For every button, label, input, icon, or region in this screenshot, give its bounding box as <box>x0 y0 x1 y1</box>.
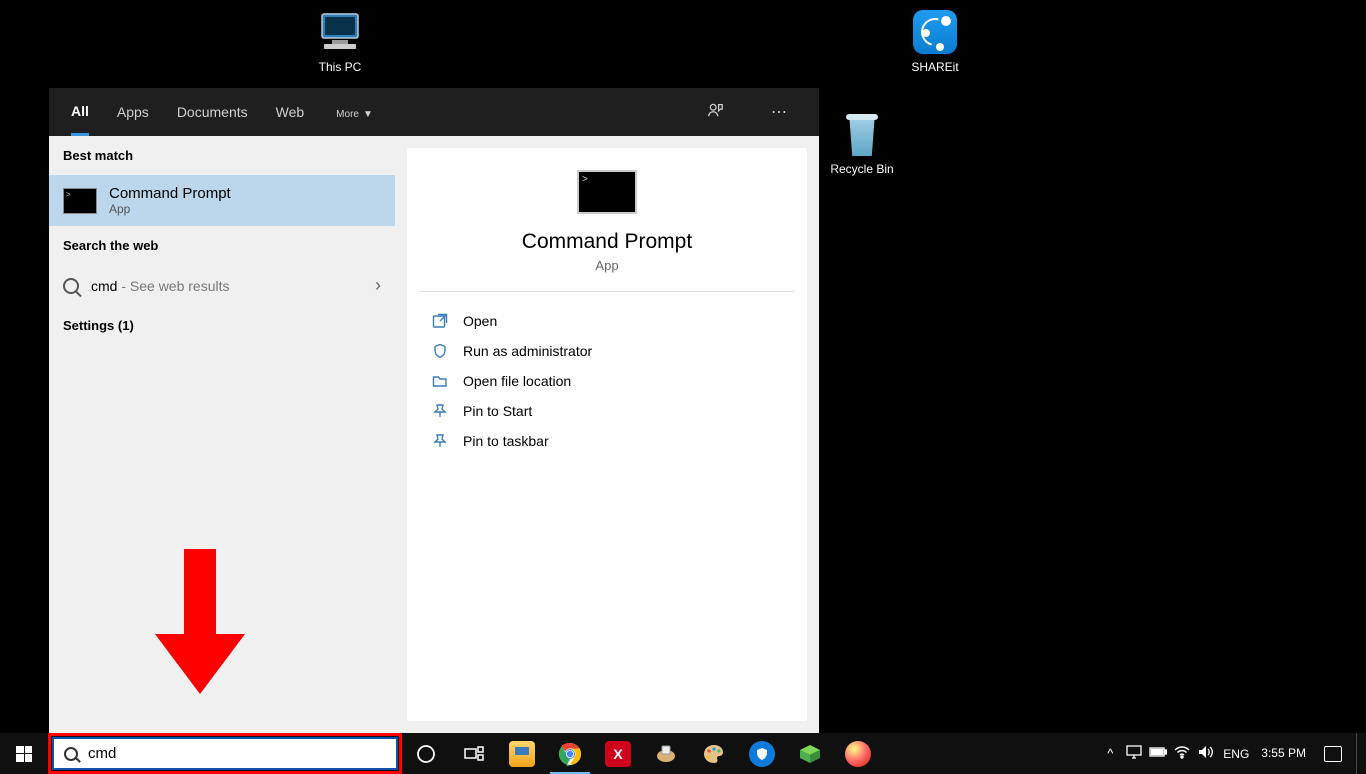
desktop-icon-recycle-bin[interactable]: Recycle Bin <box>822 110 902 176</box>
tray-language[interactable]: ENG <box>1221 747 1251 761</box>
preview-actions: Open Run as administrator Open file loca… <box>407 292 807 470</box>
taskbar-app-chrome[interactable] <box>546 733 594 774</box>
task-view-icon <box>461 741 487 767</box>
taskbar: X ^ ENG 3:55 PM <box>0 733 1366 774</box>
annotation-arrow <box>155 549 245 694</box>
taskbar-app-paint[interactable] <box>690 733 738 774</box>
tray-wifi-icon[interactable] <box>1173 745 1191 762</box>
taskbar-app-ball[interactable] <box>834 733 882 774</box>
cortana-icon <box>413 741 439 767</box>
web-result-item[interactable]: cmd - See web results › <box>49 265 395 306</box>
chevron-down-icon: ▼ <box>363 109 373 120</box>
paint-icon <box>701 741 727 767</box>
tray-screen-icon[interactable] <box>1125 745 1143 762</box>
desktop-icon-shareit[interactable]: SHAREit <box>895 8 975 74</box>
pin-icon <box>431 433 449 449</box>
tab-apps[interactable]: Apps <box>117 90 149 134</box>
desktop-icon-this-pc[interactable]: This PC <box>300 8 380 74</box>
chevron-right-icon: › <box>375 275 381 296</box>
shareit-label: SHAREit <box>895 60 975 74</box>
recycle-bin-label: Recycle Bin <box>822 162 902 176</box>
tray-clock[interactable]: 3:55 PM <box>1257 746 1310 760</box>
search-icon <box>64 747 78 761</box>
app-red-icon: X <box>605 741 631 767</box>
shield-app-icon <box>749 741 775 767</box>
tray-overflow-icon[interactable]: ^ <box>1101 746 1119 761</box>
search-icon <box>63 278 79 294</box>
task-view-button[interactable] <box>450 733 498 774</box>
preview-subtitle: App <box>419 258 795 273</box>
action-open[interactable]: Open <box>419 306 795 336</box>
taskbar-app-green[interactable] <box>786 733 834 774</box>
recycle-bin-icon <box>838 110 886 158</box>
tray-battery-icon[interactable] <box>1149 746 1167 761</box>
snip-icon <box>653 741 679 767</box>
this-pc-icon <box>316 8 364 56</box>
action-pin-to-taskbar[interactable]: Pin to taskbar <box>419 426 795 456</box>
chrome-icon <box>557 741 583 767</box>
web-suffix: - See web results <box>117 278 229 294</box>
taskbar-app-explorer[interactable] <box>498 733 546 774</box>
taskbar-app-snip[interactable] <box>642 733 690 774</box>
tab-documents[interactable]: Documents <box>177 90 248 134</box>
cortana-button[interactable] <box>402 733 450 774</box>
windows-logo-icon <box>16 746 32 762</box>
more-options-icon[interactable]: ⋯ <box>761 102 797 122</box>
pin-icon <box>431 403 449 419</box>
open-icon <box>431 313 449 329</box>
taskbar-pinned: X <box>402 733 882 774</box>
taskbar-app-red[interactable]: X <box>594 733 642 774</box>
green-box-icon <box>797 741 823 767</box>
preview-title: Command Prompt <box>419 230 795 254</box>
action-run-as-admin[interactable]: Run as administrator <box>419 336 795 366</box>
taskbar-app-shield[interactable] <box>738 733 786 774</box>
best-match-subtitle: App <box>109 202 231 216</box>
tray-volume-icon[interactable] <box>1197 745 1215 762</box>
tab-more[interactable]: More▼ <box>332 90 373 134</box>
start-button[interactable] <box>0 733 48 774</box>
heading-search-web: Search the web <box>49 226 395 265</box>
preview-cmd-icon <box>577 170 637 214</box>
folder-icon <box>431 373 449 389</box>
best-match-title: Command Prompt <box>109 185 231 202</box>
system-tray: ^ ENG 3:55 PM <box>1101 733 1366 774</box>
heading-settings[interactable]: Settings (1) <box>49 306 395 345</box>
this-pc-label: This PC <box>300 60 380 74</box>
web-query: cmd <box>91 278 117 294</box>
search-tabs: All Apps Documents Web More▼ ⋯ <box>49 88 819 136</box>
action-pin-to-start[interactable]: Pin to Start <box>419 396 795 426</box>
action-open-file-location[interactable]: Open file location <box>419 366 795 396</box>
show-desktop-button[interactable] <box>1356 733 1362 774</box>
best-match-item[interactable]: Command Prompt App <box>49 175 395 226</box>
action-center-icon[interactable] <box>1324 746 1342 762</box>
tab-all[interactable]: All <box>71 89 89 136</box>
shareit-icon <box>911 8 959 56</box>
search-input[interactable] <box>88 745 386 762</box>
shield-icon <box>431 343 449 359</box>
taskbar-search[interactable] <box>48 733 402 774</box>
cmd-icon <box>63 188 97 214</box>
heading-best-match: Best match <box>49 136 395 175</box>
feedback-icon[interactable] <box>697 101 733 124</box>
preview-column: Command Prompt App Open Run as administr… <box>407 148 807 721</box>
tab-web[interactable]: Web <box>276 90 305 134</box>
file-explorer-icon <box>509 741 535 767</box>
ball-icon <box>845 741 871 767</box>
